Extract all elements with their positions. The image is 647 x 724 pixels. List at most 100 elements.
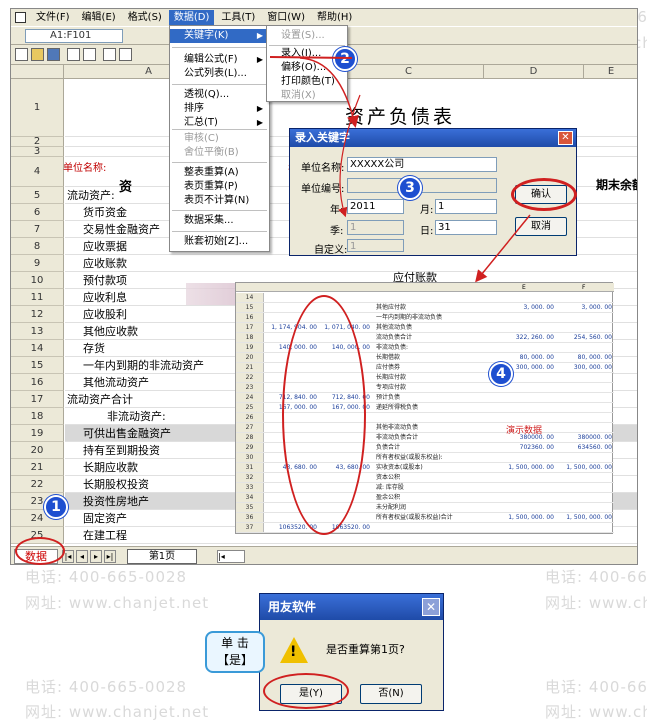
row-header[interactable]: 4 (11, 157, 64, 187)
data-menu-item-9[interactable]: 表页重算(P) (170, 180, 269, 194)
column-header-c[interactable]: C (334, 65, 484, 79)
data-menu-item-2[interactable]: 公式列表(L)... (170, 67, 269, 81)
row-header[interactable]: 19 (11, 425, 64, 442)
year-input[interactable]: 2011 (347, 199, 404, 214)
menu-4[interactable]: 工具(T) (216, 10, 260, 25)
row-header[interactable]: 18 (11, 408, 64, 425)
cut-icon[interactable] (103, 48, 116, 61)
day-input[interactable]: 31 (435, 220, 497, 235)
open-folder-icon[interactable] (31, 48, 44, 61)
row-header[interactable]: 7 (11, 221, 64, 238)
tab-page-1[interactable]: 第1页 (127, 549, 197, 564)
data-menu-item-11[interactable]: 数据采集... (170, 214, 269, 228)
menu-5[interactable]: 窗口(W) (262, 10, 310, 25)
inset-row: 35 未分配利润 (236, 503, 614, 513)
menu-item-label: 透视(Q)... (184, 89, 230, 100)
menu-item-label: 数据采集... (184, 215, 234, 226)
row-header[interactable]: 11 (11, 289, 64, 306)
menu-0[interactable]: 文件(F) (31, 10, 75, 25)
row-header[interactable]: 13 (11, 323, 64, 340)
inset-cell-n: 17 (236, 323, 264, 332)
inset-cell-d: 1, 500, 000. 00 (566, 514, 612, 521)
print-icon[interactable] (83, 48, 96, 61)
keyword-submenu-item-3[interactable]: 打印颜色(T) (267, 75, 347, 89)
inset-cell-n: 37 (236, 523, 264, 532)
close-icon[interactable]: ✕ (422, 598, 440, 616)
row-header[interactable]: 20 (11, 442, 64, 459)
data-menu-item-4[interactable]: 排序 ▶ (170, 102, 269, 116)
data-menu-item-7[interactable]: 舍位平衡(B) (170, 146, 269, 160)
month-input[interactable]: 1 (435, 199, 497, 214)
row-header[interactable]: 17 (11, 391, 64, 408)
save-icon[interactable] (47, 48, 60, 61)
row-label: 其他流动资产 (83, 376, 149, 389)
last-page-icon[interactable]: ▸| (104, 550, 116, 563)
unit-code-input[interactable] (347, 178, 497, 193)
row-header[interactable]: 5 (11, 187, 64, 204)
column-header-d[interactable]: D (484, 65, 584, 79)
row-header[interactable]: 22 (11, 476, 64, 493)
yes-highlight-ring (263, 673, 349, 709)
tab-scrollbar[interactable]: |◂ (217, 550, 245, 563)
cell-reference-box[interactable]: A1:F101 (25, 29, 123, 43)
row-header[interactable]: 6 (11, 204, 64, 221)
row-header[interactable]: 12 (11, 306, 64, 323)
inset-cell-label: 资本公积 (376, 474, 401, 481)
no-button[interactable]: 否(N) (360, 684, 422, 704)
inset-cell-n: 14 (236, 293, 264, 302)
inset-cell-n: 30 (236, 453, 264, 462)
row-header[interactable]: 1 (11, 79, 64, 137)
custom-input[interactable]: 1 (347, 239, 404, 252)
new-file-icon[interactable] (15, 48, 28, 61)
data-menu-item-3[interactable]: 透视(Q)... (170, 88, 269, 102)
keyword-submenu-item-4[interactable]: 取消(X) (267, 89, 347, 103)
cancel-button[interactable]: 取消 (515, 217, 567, 236)
print-preview-icon[interactable] (67, 48, 80, 61)
data-menu-item-5[interactable]: 汇总(T) ▶ (170, 116, 269, 130)
inset-col-f: F (582, 284, 586, 291)
corner-cell[interactable] (11, 65, 64, 79)
close-icon[interactable]: ✕ (558, 131, 573, 145)
column-header-e[interactable]: E (584, 65, 637, 79)
keyword-submenu-item-0[interactable]: 设置(S)... (267, 29, 347, 43)
menu-2[interactable]: 格式(S) (123, 10, 167, 25)
inset-cell-n: 29 (236, 443, 264, 452)
callout-line-1: 单 击 (221, 636, 249, 650)
row-header[interactable]: 10 (11, 272, 64, 289)
row-header[interactable]: 9 (11, 255, 64, 272)
prev-page-icon[interactable]: ◂ (76, 550, 88, 563)
data-menu-item-8[interactable]: 整表重算(A) (170, 166, 269, 180)
row-header[interactable]: 14 (11, 340, 64, 357)
menu-item-label: 表页不计算(N) (184, 195, 250, 206)
unit-name-input[interactable]: XXXXX公司 (347, 157, 497, 172)
quarter-input[interactable]: 1 (347, 220, 404, 235)
menu-item-label: 审核(C) (184, 133, 219, 144)
data-menu-item-1[interactable]: 编辑公式(F) ▶ (170, 53, 269, 67)
submenu-arrow-icon: ▶ (256, 118, 263, 127)
inset-col-e: E (522, 284, 526, 291)
row-header[interactable]: 21 (11, 459, 64, 476)
row-header[interactable]: 3 (11, 147, 64, 157)
row-label: 交易性金融资产 (83, 223, 160, 236)
watermark-text: 网址: www.chanjet.net (25, 594, 210, 612)
menu-1[interactable]: 编辑(E) (77, 10, 121, 25)
row-header[interactable]: 8 (11, 238, 64, 255)
data-menu-item-10[interactable]: 表页不计算(N) (170, 194, 269, 208)
row-header[interactable]: 15 (11, 357, 64, 374)
sheet-title: 资产负债表 (345, 106, 456, 128)
copy-icon[interactable] (119, 48, 132, 61)
data-menu-item-0[interactable]: 关键字(K) ▶ (170, 29, 269, 43)
watermark-text: 电话: 400-665-0028 (25, 678, 188, 696)
inset-cell-label: 实收资本(或股本) (376, 464, 423, 471)
inset-cell-d: 80, 000. 00 (577, 354, 612, 361)
inset-cell-label: 所有者权益(或股东权益)合计 (376, 514, 453, 521)
menu-6[interactable]: 帮助(H) (312, 10, 357, 25)
data-menu-item-6[interactable]: 审核(C) (170, 132, 269, 146)
row-header[interactable]: 16 (11, 374, 64, 391)
menu-separator (269, 45, 345, 46)
next-page-icon[interactable]: ▸ (90, 550, 102, 563)
menu-3[interactable]: 数据(D) (168, 10, 215, 25)
unit-name-label: 单位名称: (63, 163, 107, 174)
data-menu-item-12[interactable]: 账套初始[Z]... (170, 235, 269, 249)
watermark-text: 网址: www.chanjet.net (25, 703, 210, 721)
